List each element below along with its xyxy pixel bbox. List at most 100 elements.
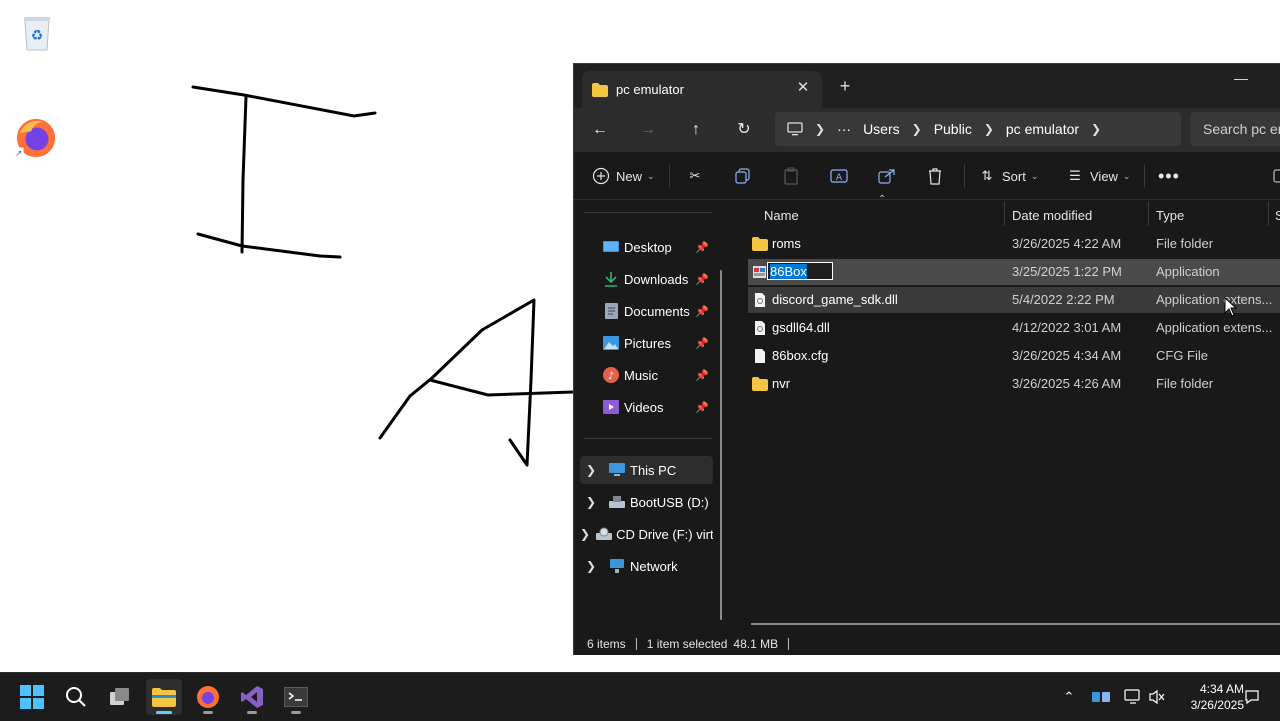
rename-selection: 86Box: [770, 264, 807, 279]
file-row[interactable]: nvr 3/26/2025 4:26 AM File folder: [748, 371, 1280, 397]
navigation-pane: Desktop 📌 Downloads 📌 Documents 📌 Pictur…: [574, 200, 724, 620]
details-pane-icon[interactable]: [1273, 164, 1280, 188]
delete-button[interactable]: [924, 164, 946, 188]
pin-icon[interactable]: 📌: [695, 337, 709, 350]
cut-button[interactable]: ✂: [684, 164, 706, 188]
file-explorer-window: pc emulator ✕ + — ← → ↑ ↻ ❯ ··· Users ❯ …: [573, 63, 1280, 655]
network-status-icon[interactable]: [1123, 687, 1143, 707]
file-row[interactable]: gsdll64.dll 4/12/2022 3:01 AM Applicatio…: [748, 315, 1280, 341]
pc-icon: [608, 461, 626, 479]
horizontal-scrollbar[interactable]: [751, 623, 1280, 625]
minimize-icon[interactable]: —: [1226, 70, 1256, 90]
pin-icon[interactable]: 📌: [695, 369, 709, 382]
rename-input[interactable]: 86Box: [767, 262, 833, 280]
breadcrumb-pc-emulator[interactable]: pc emulator: [1000, 121, 1085, 137]
file-date: 4/12/2022 3:01 AM: [1012, 320, 1122, 335]
new-button[interactable]: New ⌄: [590, 164, 655, 188]
breadcrumb-public[interactable]: Public: [928, 121, 978, 137]
selection-size: 48.1 MB: [733, 636, 779, 651]
sidebar-item-documents[interactable]: Documents 📌: [580, 297, 713, 325]
file-row-selected[interactable]: 86Box 3/25/2025 1:22 PM Application: [748, 259, 1280, 285]
file-date: 5/4/2022 2:22 PM: [1012, 292, 1115, 307]
share-button[interactable]: [876, 164, 898, 188]
sidebar-item-network[interactable]: ❯ Network: [580, 552, 713, 580]
sidebar-scrollbar[interactable]: [720, 270, 722, 620]
pin-icon[interactable]: 📌: [695, 241, 709, 254]
pin-icon[interactable]: 📌: [695, 273, 709, 286]
sort-button[interactable]: ⇅ Sort ⌄: [976, 164, 1039, 188]
tab-pc-emulator[interactable]: pc emulator ✕: [582, 71, 822, 108]
volume-muted-icon[interactable]: [1147, 687, 1167, 707]
paste-button[interactable]: [780, 164, 802, 188]
new-tab-icon[interactable]: +: [836, 77, 854, 95]
copy-button[interactable]: [732, 164, 754, 188]
chevron-down-icon: ⌄: [1122, 170, 1131, 181]
taskbar-file-explorer[interactable]: [146, 679, 182, 715]
file-row[interactable]: discord_game_sdk.dll 5/4/2022 2:22 PM Ap…: [748, 287, 1280, 313]
tab-title: pc emulator: [616, 82, 684, 97]
clock[interactable]: 4:34 AM 3/26/2025: [1172, 681, 1244, 713]
svg-text:♪: ♪: [608, 371, 614, 382]
chevron-right-icon: ❯: [983, 122, 994, 136]
sidebar-label: BootUSB (D:): [630, 494, 709, 510]
more-breadcrumbs-icon[interactable]: ···: [831, 121, 857, 137]
more-options-icon[interactable]: •••: [1158, 164, 1180, 188]
cd-drive-icon: [596, 525, 613, 543]
taskbar-terminal[interactable]: [278, 679, 314, 715]
chevron-right-icon[interactable]: ❯: [580, 463, 602, 477]
up-arrow-icon[interactable]: ↑: [684, 119, 708, 141]
scissors-icon: ✂: [689, 168, 701, 183]
monitor-icon: [787, 122, 803, 136]
refresh-icon[interactable]: ↻: [732, 119, 756, 141]
file-name: gsdll64.dll: [772, 320, 830, 335]
navigation-bar: ← → ↑ ↻ ❯ ··· Users ❯ Public ❯ pc emulat…: [574, 108, 1280, 152]
pin-icon[interactable]: 📌: [695, 305, 709, 318]
file-row[interactable]: 86box.cfg 3/26/2025 4:34 AM CFG File: [748, 343, 1280, 369]
sidebar-item-videos[interactable]: Videos 📌: [580, 393, 713, 421]
people-app-icon[interactable]: [1091, 687, 1111, 707]
taskbar-visual-studio[interactable]: [234, 679, 270, 715]
sidebar-item-this-pc[interactable]: ❯ This PC: [580, 456, 713, 484]
tab-bar: pc emulator ✕ + —: [574, 64, 1280, 108]
taskbar-firefox[interactable]: [190, 679, 226, 715]
chevron-right-icon[interactable]: ❯: [580, 559, 602, 573]
search-input[interactable]: Search pc em: [1190, 112, 1280, 146]
sidebar-item-cd-drive[interactable]: ❯ CD Drive (F:) virt: [580, 520, 713, 548]
chevron-right-icon[interactable]: ❯: [580, 495, 602, 509]
sidebar-item-bootusb[interactable]: ❯ BootUSB (D:): [580, 488, 713, 516]
breadcrumb-users[interactable]: Users: [857, 121, 906, 137]
forward-arrow-icon[interactable]: →: [636, 119, 660, 141]
search-button[interactable]: [58, 679, 94, 715]
plus-circle-icon: [590, 165, 612, 187]
view-icon: ☰: [1069, 168, 1081, 183]
notification-icon[interactable]: [1242, 687, 1262, 707]
close-tab-icon[interactable]: ✕: [794, 79, 812, 97]
svg-text:A: A: [836, 173, 843, 183]
rename-button[interactable]: A: [828, 164, 850, 188]
sidebar-item-pictures[interactable]: Pictures 📌: [580, 329, 713, 357]
start-button[interactable]: [14, 679, 50, 715]
chevron-down-icon: ⌄: [1030, 170, 1039, 181]
dll-icon: [755, 293, 765, 307]
address-bar[interactable]: ❯ ··· Users ❯ Public ❯ pc emulator ❯: [775, 112, 1181, 146]
chevron-right-icon[interactable]: ❯: [580, 527, 590, 541]
file-row[interactable]: roms 3/26/2025 4:22 AM File folder: [748, 231, 1280, 257]
column-header-date[interactable]: Date modified: [1012, 200, 1092, 230]
chevron-down-icon: ⌄: [647, 170, 655, 181]
chevron-right-icon: ❯: [1091, 122, 1102, 136]
pin-icon[interactable]: 📌: [695, 401, 709, 414]
column-header-type[interactable]: Type: [1156, 200, 1184, 230]
back-arrow-icon[interactable]: ←: [588, 119, 612, 141]
sidebar-item-music[interactable]: ♪ Music 📌: [580, 361, 713, 389]
file-name: nvr: [772, 376, 791, 391]
column-header-name[interactable]: Name: [764, 200, 799, 230]
sidebar-item-downloads[interactable]: Downloads 📌: [580, 265, 713, 293]
sidebar-label: Videos: [624, 399, 664, 415]
sidebar-item-desktop[interactable]: Desktop 📌: [580, 233, 713, 261]
videos-icon: [602, 398, 620, 416]
task-view-button[interactable]: [102, 679, 138, 715]
view-button[interactable]: ☰ View ⌄: [1064, 164, 1131, 188]
folder-icon: [592, 82, 608, 97]
chevron-up-icon[interactable]: ⌃: [1059, 687, 1079, 707]
column-header-size[interactable]: S: [1275, 200, 1280, 230]
